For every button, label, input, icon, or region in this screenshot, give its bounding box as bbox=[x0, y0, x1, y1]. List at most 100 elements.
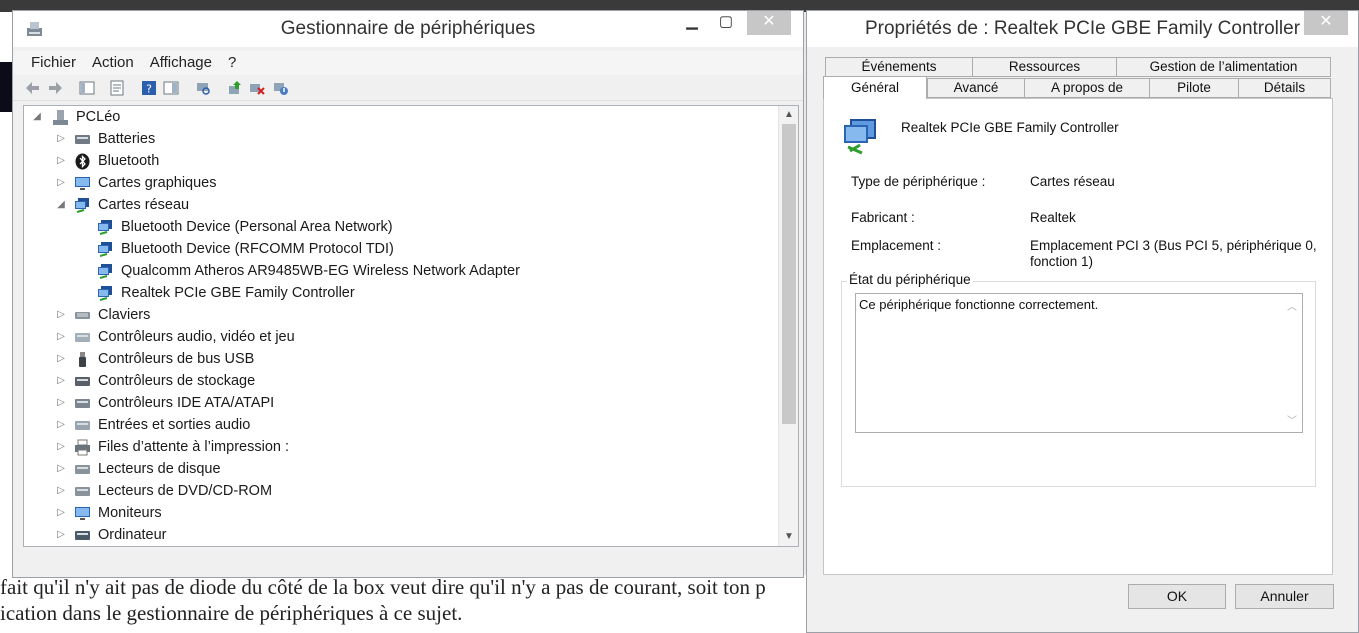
tree-device-item[interactable]: Bluetooth Device (Personal Area Network) bbox=[24, 216, 779, 238]
location-value-line-2: fonction 1) bbox=[1030, 254, 1094, 269]
tree-category-7[interactable]: ▷ Contrôleurs de stockage bbox=[24, 370, 779, 392]
expand-arrow-icon[interactable]: ▷ bbox=[56, 524, 66, 546]
cancel-button[interactable]: Annuler bbox=[1235, 584, 1334, 609]
tree-device-item[interactable]: Realtek PCIe GBE Family Controller bbox=[24, 282, 779, 304]
menu-action[interactable]: Action bbox=[84, 51, 142, 75]
tab-gestion-alimentation[interactable]: Gestion de l’alimentation bbox=[1116, 57, 1331, 77]
status-scroll-down-icon[interactable]: ﹀ bbox=[1282, 412, 1302, 427]
tab-ressources[interactable]: Ressources bbox=[972, 57, 1117, 77]
expand-arrow-icon[interactable]: ▷ bbox=[56, 414, 66, 436]
collapse-arrow-icon[interactable]: ◢ bbox=[32, 106, 42, 128]
scan-hardware-icon[interactable] bbox=[195, 80, 211, 96]
tree-category-5[interactable]: ▷ Contrôleurs audio, vidéo et jeu bbox=[24, 326, 779, 348]
scroll-thumb[interactable] bbox=[782, 124, 796, 424]
network-adapter-icon bbox=[98, 242, 112, 257]
tree-category-label: Lecteurs de DVD/CD-ROM bbox=[98, 483, 273, 499]
tab-general[interactable]: Général bbox=[823, 76, 927, 99]
menu-fichier[interactable]: Fichier bbox=[13, 51, 84, 75]
menu-help[interactable]: ? bbox=[220, 51, 244, 75]
maximize-button[interactable]: ▢ bbox=[711, 11, 741, 35]
forward-icon[interactable] bbox=[47, 80, 63, 96]
dvd-drive-icon bbox=[75, 487, 90, 496]
expand-arrow-icon[interactable]: ▷ bbox=[56, 348, 66, 370]
tree-root[interactable]: ◢ PCLéo bbox=[24, 106, 779, 128]
device-tree[interactable]: ◢ PCLéo ▷ Batteries ▷ Bluetooth ▷ Cartes grap… bbox=[23, 105, 799, 547]
tree-category-3[interactable]: ◢ Cartes réseau bbox=[24, 194, 779, 216]
tab-avance[interactable]: Avancé bbox=[927, 78, 1025, 98]
device-manager-window: Gestionnaire de périphériques ▁ ▢ ✕ Fich… bbox=[12, 10, 804, 578]
update-driver-icon[interactable] bbox=[227, 80, 243, 96]
device-name: Realtek PCIe GBE Family Controller bbox=[901, 120, 1119, 135]
tree-category-13[interactable]: ▷ Moniteurs bbox=[24, 502, 779, 524]
close-button[interactable]: ✕ bbox=[747, 11, 791, 35]
minimize-button[interactable]: ▁ bbox=[677, 11, 707, 35]
tree-category-label: Moniteurs bbox=[98, 505, 162, 521]
help-icon[interactable]: ? bbox=[141, 80, 157, 96]
bluetooth-icon bbox=[75, 153, 90, 170]
tree-category-label: Cartes graphiques bbox=[98, 175, 217, 191]
show-hide-action-pane-icon[interactable] bbox=[163, 80, 179, 96]
tree-category-9[interactable]: ▷ Entrées et sorties audio bbox=[24, 414, 779, 436]
tree-device-item[interactable]: Bluetooth Device (RFCOMM Protocol TDI) bbox=[24, 238, 779, 260]
status-scroll-up-icon[interactable]: ︿ bbox=[1282, 298, 1302, 313]
location-label: Emplacement : bbox=[851, 238, 942, 253]
tree-device-item[interactable]: Qualcomm Atheros AR9485WB-EG Wireless Ne… bbox=[24, 260, 779, 282]
show-hide-tree-icon[interactable] bbox=[79, 80, 95, 96]
menu-affichage[interactable]: Affichage bbox=[142, 51, 220, 75]
expand-arrow-icon[interactable]: ▷ bbox=[56, 326, 66, 348]
expand-arrow-icon[interactable]: ▷ bbox=[56, 172, 66, 194]
manufacturer-value: Realtek bbox=[1030, 210, 1076, 225]
tree-category-4[interactable]: ▷ Claviers bbox=[24, 304, 779, 326]
tree-category-label: Bluetooth bbox=[98, 153, 160, 169]
disable-device-icon[interactable] bbox=[273, 80, 289, 96]
scroll-down-arrow-icon[interactable]: ▼ bbox=[779, 528, 798, 546]
expand-arrow-icon[interactable]: ▷ bbox=[56, 458, 66, 480]
tab-a-propos-de[interactable]: A propos de bbox=[1024, 78, 1150, 98]
expand-arrow-icon[interactable]: ▷ bbox=[56, 502, 66, 524]
tree-vertical-scrollbar[interactable]: ▲ ▼ bbox=[778, 106, 798, 546]
tree-category-label: Batteries bbox=[98, 131, 156, 147]
properties-dialog: Propriétés de : Realtek PCIe GBE Family … bbox=[806, 10, 1359, 633]
tree-category-label: Contrôleurs audio, vidéo et jeu bbox=[98, 329, 295, 345]
status-scrollbar[interactable]: ︿ ﹀ bbox=[1282, 294, 1302, 432]
tree-category-6[interactable]: ▷ Contrôleurs de bus USB bbox=[24, 348, 779, 370]
menu-bar: Fichier Action Affichage? bbox=[13, 51, 803, 75]
collapse-arrow-icon[interactable]: ◢ bbox=[56, 194, 66, 216]
properties-titlebar[interactable]: Propriétés de : Realtek PCIe GBE Family … bbox=[807, 11, 1358, 47]
uninstall-icon[interactable] bbox=[249, 80, 265, 96]
device-status-textbox[interactable]: Ce périphérique fonctionne correctement.… bbox=[855, 293, 1303, 433]
expand-arrow-icon[interactable]: ▷ bbox=[56, 392, 66, 414]
tree-category-0[interactable]: ▷ Batteries bbox=[24, 128, 779, 150]
expand-arrow-icon[interactable]: ▷ bbox=[56, 370, 66, 392]
expand-arrow-icon[interactable]: ▷ bbox=[56, 128, 66, 150]
expand-arrow-icon[interactable]: ▷ bbox=[56, 436, 66, 458]
tree-category-12[interactable]: ▷ Lecteurs de DVD/CD-ROM bbox=[24, 480, 779, 502]
properties-icon[interactable] bbox=[109, 80, 125, 96]
tab-details[interactable]: Détails bbox=[1238, 78, 1331, 98]
ok-button[interactable]: OK bbox=[1128, 584, 1226, 609]
tree-category-10[interactable]: ▷ Files d’attente à l’impression : bbox=[24, 436, 779, 458]
tree-category-2[interactable]: ▷ Cartes graphiques bbox=[24, 172, 779, 194]
tree-root-label: PCLéo bbox=[76, 109, 121, 125]
computer-icon bbox=[53, 110, 68, 125]
back-icon[interactable] bbox=[25, 80, 41, 96]
expand-arrow-icon[interactable]: ▷ bbox=[56, 304, 66, 326]
tab-evenements[interactable]: Événements bbox=[825, 57, 973, 77]
device-status-group-label: État du périphérique bbox=[847, 272, 973, 287]
toolbar: ? bbox=[13, 75, 803, 101]
expand-arrow-icon[interactable]: ▷ bbox=[56, 480, 66, 502]
tree-category-label: Contrôleurs IDE ATA/ATAPI bbox=[98, 395, 275, 411]
scroll-up-arrow-icon[interactable]: ▲ bbox=[779, 106, 798, 124]
tab-pilote[interactable]: Pilote bbox=[1149, 78, 1239, 98]
properties-close-button[interactable]: ✕ bbox=[1304, 11, 1348, 35]
tree-device-label: Bluetooth Device (Personal Area Network) bbox=[121, 219, 393, 235]
tree-category-14[interactable]: ▷ Ordinateur bbox=[24, 524, 779, 546]
tree-category-11[interactable]: ▷ Lecteurs de disque bbox=[24, 458, 779, 480]
tree-category-label: Files d’attente à l’impression : bbox=[98, 439, 289, 455]
tree-category-1[interactable]: ▷ Bluetooth bbox=[24, 150, 779, 172]
tree-category-8[interactable]: ▷ Contrôleurs IDE ATA/ATAPI bbox=[24, 392, 779, 414]
speaker-icon bbox=[75, 333, 90, 342]
expand-arrow-icon[interactable]: ▷ bbox=[56, 150, 66, 172]
tree-device-label: Qualcomm Atheros AR9485WB-EG Wireless Ne… bbox=[121, 263, 520, 279]
device-manager-app-icon bbox=[27, 22, 42, 36]
